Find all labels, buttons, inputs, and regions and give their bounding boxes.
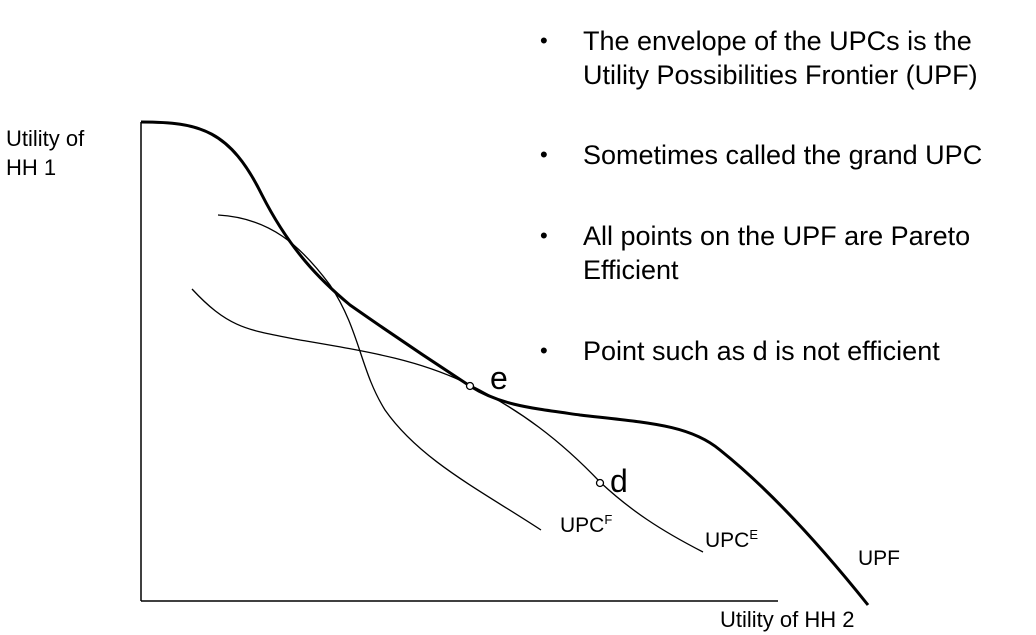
upf-label: UPF (858, 547, 900, 570)
bullet-line: The envelope of the UPCs is the (583, 26, 972, 56)
bullet-line: Point such as d is not efficient (583, 336, 940, 366)
bullet-text: Point such as d is not efficient (583, 334, 940, 368)
point-e-marker (465, 381, 475, 391)
y-axis-label-line1: Utility of (6, 126, 85, 151)
upc-f-label-sup: F (604, 512, 612, 527)
bullet-marker: • (540, 223, 548, 248)
bullet-marker: • (540, 338, 548, 363)
upf-diagram: Utility of HH 1 Utility of HH 2 e d UPCF… (6, 120, 900, 632)
point-d-marker (595, 478, 605, 488)
bullet-marker: • (540, 142, 548, 167)
x-axis-label: Utility of HH 2 (720, 607, 854, 632)
bullet-marker: • (540, 28, 548, 53)
bullet-line: Sometimes called the grand UPC (583, 140, 983, 170)
upc-e-label-base: UPC (705, 529, 749, 552)
point-e-label: e (490, 360, 508, 396)
bullet-text: All points on the UPF are Pareto Efficie… (583, 219, 970, 287)
bullet-line: Utility Possibilities Frontier (UPF) (583, 60, 978, 90)
bullet-text: The envelope of the UPCs is the Utility … (583, 24, 978, 92)
upc-e-label: UPCE (705, 527, 758, 552)
upc-e-label-sup: E (749, 527, 758, 542)
point-d-label: d (610, 463, 628, 499)
upc-f-label-base: UPC (560, 514, 604, 537)
bullet-line: Efficient (583, 255, 679, 285)
bullet-line: All points on the UPF are Pareto (583, 221, 971, 251)
bullet-text: Sometimes called the grand UPC (583, 138, 982, 172)
upc-f-label: UPCF (560, 512, 612, 537)
y-axis-label-line2: HH 1 (6, 155, 56, 180)
